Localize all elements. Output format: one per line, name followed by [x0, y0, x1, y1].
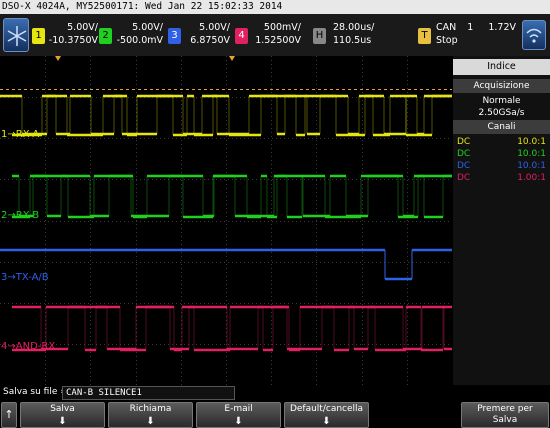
channel-label: 1→RX-A	[1, 129, 39, 140]
channel-4-settings[interactable]: 4 500mV/ 1.52500V	[235, 16, 305, 54]
salva-label: Salva	[50, 404, 75, 414]
coupling-row: DC 10.0:1	[453, 148, 550, 160]
premere-per-salva-softkey[interactable]: Premere per Salva	[461, 402, 549, 428]
probe-ratio: 10.0:1	[517, 161, 546, 171]
tab-indice[interactable]: Indice	[453, 59, 550, 75]
channel-1-settings[interactable]: 1 5.00V/ -10.3750V	[32, 16, 102, 54]
trigger-position-marker	[229, 56, 235, 61]
channel-4-scale: 500mV/	[263, 22, 301, 33]
richiama-label: Richiama	[129, 404, 172, 414]
channel-4-offset: 1.52500V	[255, 35, 301, 46]
coupling-label: DC	[457, 161, 471, 171]
save-file-label: Salva su file =	[3, 387, 68, 397]
down-arrow-icon: ⬇	[146, 416, 155, 427]
coupling-row: DC 10.0:1	[453, 160, 550, 172]
channel-4-trace	[12, 305, 452, 351]
acquisition-mode: Normale	[482, 96, 521, 106]
horizontal-scale: 28.00us/	[333, 22, 375, 33]
down-arrow-icon: ⬇	[234, 416, 243, 427]
probe-ratio: 10.0:1	[517, 137, 546, 147]
coupling-label: DC	[457, 137, 471, 147]
down-arrow-icon: ⬇	[58, 416, 67, 427]
back-up-button[interactable]: ↑	[1, 402, 17, 428]
default-cancella-softkey[interactable]: Default/cancella ⬇	[284, 402, 369, 428]
trigger-mode: CAN	[436, 22, 457, 33]
control-bar: 1 5.00V/ -10.3750V 2 5.00V/ -500.0mV 3 5…	[0, 14, 550, 56]
waveform-display[interactable]: 1→RX-A 2→RX-B 3→TX-A/B 4→AND-RX	[0, 56, 452, 385]
channel-1-trace-b	[12, 94, 452, 137]
channel-2-settings[interactable]: 2 5.00V/ -500.0mV	[99, 16, 167, 54]
down-arrow-icon: ⬇	[322, 416, 331, 427]
trigger-level: 1.72V	[488, 22, 517, 33]
trigger-key: T	[418, 28, 431, 44]
channel-2-offset: -500.0mV	[116, 35, 163, 46]
channel-3-scale: 5.00V/	[199, 22, 230, 33]
channel-1-number: 1	[32, 28, 45, 44]
channel-coupling-list: DC 10.0:1 DC 10.0:1 DC 10.0:1 DC 1.00:1	[453, 136, 550, 184]
softkey-bar: ↑ Salva ⬇ Richiama ⬇ E-mail ⬇ Default/ca…	[0, 401, 550, 428]
save-filename-field[interactable]: CAN-B SILENCE1	[62, 386, 235, 400]
channel-4-number: 4	[235, 28, 248, 44]
premere-label-line2: Salva	[492, 415, 518, 425]
email-label: E-mail	[224, 404, 253, 414]
channel-2-scale: 5.00V/	[132, 22, 163, 33]
horizontal-settings[interactable]: H 28.00us/ 110.5us	[313, 16, 391, 54]
channel-2-trace-b	[12, 174, 452, 219]
premere-label-line1: Premere per	[477, 404, 533, 414]
channels-header: Canali	[453, 120, 550, 134]
channel-3-offset: 6.8750V	[190, 35, 230, 46]
default-cancella-label: Default/cancella	[289, 404, 364, 414]
horizontal-key: H	[313, 28, 326, 44]
channel-1-scale: 5.00V/	[67, 22, 98, 33]
info-panel: Indice Acquisizione Normale 2.50GSa/s Ca…	[453, 56, 550, 385]
title-bar: DSO-X 4024A, MY52500171: Wed Jan 22 15:0…	[0, 0, 550, 14]
sample-rate: 2.50GSa/s	[478, 108, 525, 118]
horizontal-position: 110.5us	[333, 35, 372, 46]
channel-label: 3→TX-A/B	[1, 272, 49, 283]
network-icon[interactable]	[522, 20, 546, 50]
probe-ratio: 1.00:1	[517, 173, 546, 183]
channel-2-number: 2	[99, 28, 112, 44]
coupling-label: DC	[457, 149, 471, 159]
coupling-row: DC 10.0:1	[453, 136, 550, 148]
channel-3-number: 3	[168, 28, 181, 44]
waveform-graticule: 1→RX-A 2→RX-B 3→TX-A/B 4→AND-RX	[0, 56, 452, 385]
coupling-row: DC 1.00:1	[453, 172, 550, 184]
email-softkey[interactable]: E-mail ⬇	[196, 402, 281, 428]
channel-label: 2→RX-B	[1, 210, 39, 221]
channel-label: 4→AND-RX	[1, 341, 55, 352]
channel-2-trace	[12, 174, 452, 218]
trigger-source: 1	[467, 22, 474, 33]
save-bar: Salva su file = CAN-B SILENCE1	[0, 385, 550, 401]
channel-1-offset: -10.3750V	[48, 35, 98, 46]
channel-3-settings[interactable]: 3 5.00V/ 6.8750V	[168, 16, 234, 54]
acquisition-header: Acquisizione	[453, 79, 550, 93]
trigger-settings[interactable]: T CAN 1 1.72V Stop	[418, 16, 518, 54]
richiama-softkey[interactable]: Richiama ⬇	[108, 402, 193, 428]
acquisition-state: Stop	[436, 35, 458, 46]
probe-ratio: 10.0:1	[517, 149, 546, 159]
snowflake-logo-icon[interactable]	[3, 18, 29, 52]
channel-4-trace-b	[12, 305, 452, 352]
up-arrow-icon: ↑	[4, 408, 14, 421]
time-reference-marker	[55, 56, 61, 61]
salva-softkey[interactable]: Salva ⬇	[20, 402, 105, 428]
coupling-label: DC	[457, 173, 471, 183]
